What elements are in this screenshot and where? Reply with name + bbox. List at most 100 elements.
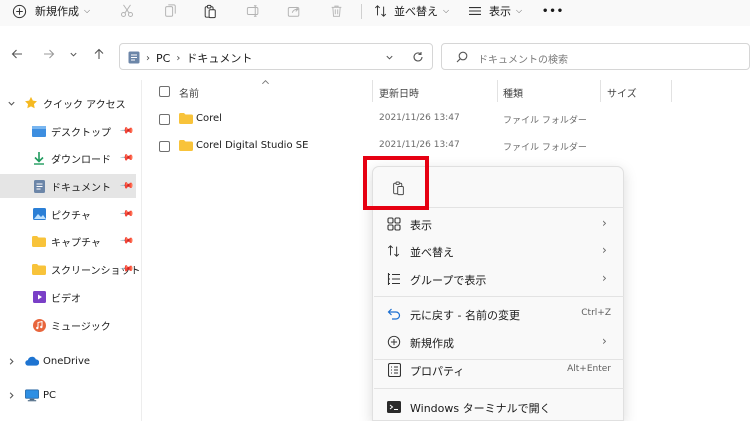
- chevron-right-icon: ›: [176, 52, 181, 64]
- column-header-type[interactable]: 種類: [503, 82, 523, 102]
- cut-button[interactable]: [120, 0, 134, 22]
- menu-separator: [374, 296, 624, 297]
- menu-item-label: グループで表示: [410, 274, 487, 287]
- copy-button[interactable]: [163, 0, 177, 22]
- rename-icon: [246, 5, 259, 17]
- select-all-checkbox[interactable]: [159, 86, 170, 97]
- scissors-icon: [121, 4, 133, 17]
- group-icon: [386, 271, 402, 287]
- table-row[interactable]: Corel Digital Studio SE 2021/11/26 13:47…: [150, 135, 620, 157]
- forward-button[interactable]: [40, 44, 58, 64]
- chevron-right-icon: ›: [602, 271, 607, 285]
- terminal-icon: [386, 399, 402, 415]
- file-name: Corel: [196, 113, 222, 124]
- menu-item-group-by[interactable]: グループで表示 ›: [373, 266, 625, 292]
- breadcrumb-pc[interactable]: PC: [156, 52, 170, 65]
- menu-item-new[interactable]: 新規作成 ›: [373, 329, 625, 355]
- menu-item-shortcut: Ctrl+Z: [581, 308, 611, 318]
- menu-item-label: 並べ替え: [410, 246, 454, 259]
- sidebar-item-label: OneDrive: [43, 355, 91, 367]
- column-header-modified[interactable]: 更新日時: [379, 82, 419, 102]
- chevron-right-icon: ›: [602, 334, 607, 348]
- menu-item-view[interactable]: 表示 ›: [373, 211, 625, 237]
- file-type: ファイル フォルダー: [503, 143, 587, 153]
- rename-button[interactable]: [246, 0, 261, 22]
- breadcrumb-documents[interactable]: ドキュメント: [186, 50, 252, 66]
- sidebar-item-music[interactable]: ミュージック: [0, 313, 136, 337]
- chevron-right-icon: [9, 358, 14, 365]
- menu-item-label: 新規作成: [410, 337, 454, 350]
- folder-icon: [32, 263, 46, 275]
- sort-button[interactable]: 並べ替え ⌵: [374, 0, 449, 22]
- table-row[interactable]: Corel 2021/11/26 13:47 ファイル フォルダー: [150, 108, 620, 130]
- sidebar-item-downloads[interactable]: ダウンロード 📌: [0, 146, 136, 170]
- chevron-right-icon: ›: [602, 216, 607, 230]
- back-button[interactable]: [8, 44, 26, 64]
- document-icon: [128, 51, 140, 64]
- cloud-icon: [25, 355, 39, 367]
- video-icon: [32, 291, 46, 303]
- new-button-label: 新規作成: [35, 5, 79, 18]
- grid-icon: [386, 216, 402, 232]
- search-box[interactable]: ドキュメントの検索: [441, 43, 750, 70]
- chevron-down-icon: ⌵: [84, 6, 91, 15]
- sidebar-item-quick-access[interactable]: クイック アクセス: [0, 91, 136, 115]
- sidebar-item-desktop[interactable]: デスクトップ 📌: [0, 119, 136, 143]
- download-icon: [32, 151, 46, 165]
- recent-locations-button[interactable]: [64, 44, 82, 64]
- column-divider[interactable]: [372, 80, 373, 102]
- file-type: ファイル フォルダー: [503, 116, 587, 126]
- plus-circle-icon: [12, 4, 27, 18]
- arrow-up-icon: [94, 48, 104, 59]
- pane-divider[interactable]: [141, 80, 142, 421]
- search-icon: [456, 51, 468, 63]
- delete-button[interactable]: [330, 0, 343, 22]
- sidebar-item-label: デスクトップ: [51, 127, 111, 139]
- menu-item-undo-rename[interactable]: 元に戻す - 名前の変更 Ctrl+Z: [373, 301, 625, 327]
- column-header-size[interactable]: サイズ: [607, 82, 637, 102]
- sort-up-icon: [262, 80, 269, 85]
- sidebar-item-documents[interactable]: ドキュメント 📌: [0, 174, 136, 198]
- chevron-right-icon: [9, 392, 14, 399]
- file-modified: 2021/11/26 13:47: [379, 140, 460, 150]
- sidebar-item-label: ピクチャ: [51, 210, 91, 222]
- sidebar-item-onedrive[interactable]: OneDrive: [0, 349, 136, 373]
- refresh-icon[interactable]: [412, 51, 424, 63]
- desktop-icon: [32, 125, 46, 137]
- pin-icon: 📌: [119, 233, 135, 249]
- plus-circle-icon: [386, 334, 402, 350]
- row-checkbox[interactable]: [159, 141, 170, 152]
- sidebar-item-captures[interactable]: キャプチャ 📌: [0, 229, 136, 253]
- column-header-name[interactable]: 名前: [179, 82, 199, 102]
- sidebar-item-label: クイック アクセス: [43, 99, 126, 111]
- more-button[interactable]: •••: [542, 0, 564, 22]
- sort-icon: [374, 5, 387, 17]
- row-checkbox[interactable]: [159, 114, 170, 125]
- chevron-down-icon[interactable]: [385, 53, 394, 62]
- menu-item-open-terminal[interactable]: Windows ターミナルで開く: [373, 394, 625, 420]
- pin-icon: 📌: [119, 206, 135, 222]
- column-divider[interactable]: [600, 80, 601, 102]
- menu-item-properties[interactable]: プロパティ Alt+Enter: [373, 357, 625, 383]
- sidebar-item-videos[interactable]: ビデオ: [0, 285, 136, 309]
- folder-icon: [179, 140, 193, 151]
- pin-icon: 📌: [119, 123, 135, 139]
- view-button[interactable]: 表示 ⌵: [468, 0, 522, 22]
- chevron-right-icon: ›: [602, 243, 607, 257]
- address-bar[interactable]: › PC › ドキュメント: [119, 43, 433, 70]
- sidebar-item-pictures[interactable]: ピクチャ 📌: [0, 202, 136, 226]
- share-button[interactable]: [287, 0, 301, 22]
- new-button[interactable]: 新規作成 ⌵: [12, 0, 90, 22]
- pin-icon: 📌: [119, 178, 135, 194]
- toolbar-divider: [361, 4, 362, 19]
- clipboard-icon: [204, 4, 216, 18]
- menu-item-sort[interactable]: 並べ替え ›: [373, 238, 625, 264]
- up-button[interactable]: [90, 44, 108, 64]
- sidebar-item-pc[interactable]: PC: [0, 383, 136, 407]
- picture-icon: [32, 208, 46, 220]
- column-divider[interactable]: [497, 80, 498, 102]
- column-divider[interactable]: [671, 80, 672, 102]
- sidebar-item-screenshots[interactable]: スクリーンショット 📌: [0, 257, 141, 281]
- paste-button[interactable]: [203, 0, 217, 22]
- menu-item-label: プロパティ: [410, 365, 465, 378]
